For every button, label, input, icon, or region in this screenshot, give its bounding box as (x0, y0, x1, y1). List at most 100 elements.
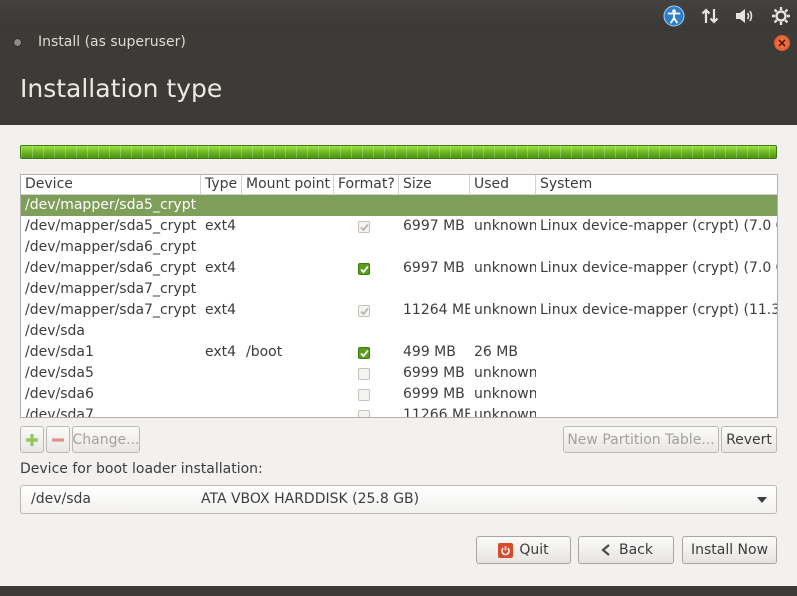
cell-type (205, 279, 242, 300)
column-header-mount-point[interactable]: Mount point (242, 175, 334, 195)
boot-loader-device-description: ATA VBOX HARDDISK (25.8 GB) (201, 491, 420, 507)
page-header: Installation type (0, 55, 797, 125)
cell-used (474, 279, 536, 300)
format-checkbox[interactable] (358, 347, 370, 359)
cell-mount (246, 216, 334, 237)
window-titlebar: Install (as superuser) (0, 31, 797, 55)
boot-loader-device-select[interactable]: /dev/sda ATA VBOX HARDDISK (25.8 GB) (20, 485, 777, 514)
partition-usage-bar (20, 145, 777, 159)
table-row[interactable]: /dev/mapper/sda5_crypt (21, 195, 777, 216)
column-header-type[interactable]: Type (201, 175, 242, 195)
cell-mount: /boot (246, 344, 283, 360)
cell-used: unknown (474, 218, 536, 234)
cell-device: /dev/sda6 (25, 386, 94, 402)
cell-system (540, 384, 777, 405)
cell-size: 6997 MB (403, 260, 465, 276)
checkmark-icon (359, 265, 369, 273)
cell-mount (246, 321, 334, 342)
close-button[interactable] (774, 35, 790, 51)
cell-used (474, 321, 536, 342)
table-body: /dev/mapper/sda5_crypt /dev/mapper/sda5_… (21, 195, 777, 418)
table-row[interactable]: /dev/mapper/sda5_crypt ext4 6997 MB unknown… (21, 216, 777, 237)
cell-mount (246, 384, 334, 405)
close-icon (778, 39, 786, 47)
accessibility-icon[interactable] (663, 5, 685, 27)
install-now-button[interactable]: Install Now (682, 536, 777, 564)
cell-device: /dev/mapper/sda7_crypt (25, 281, 197, 297)
partition-table: Device Type Mount point Format? Size Use… (20, 174, 778, 418)
table-row[interactable]: /dev/sda6 6999 MB unknown (21, 384, 777, 405)
cell-system (540, 321, 777, 342)
cell-type: ext4 (205, 302, 237, 318)
back-label: Back (619, 542, 653, 558)
column-header-device[interactable]: Device (21, 175, 201, 195)
cell-size (403, 237, 470, 258)
network-icon[interactable] (699, 5, 721, 27)
table-row[interactable]: /dev/mapper/sda6_crypt ext4 6997 MB unknown… (21, 258, 777, 279)
settings-gear-icon[interactable] (770, 5, 792, 27)
boot-loader-label: Device for boot loader installation: (20, 461, 263, 477)
cell-type (205, 321, 242, 342)
cell-system: Linux device-mapper (crypt) (7.0 GB) (540, 218, 778, 234)
format-checkbox[interactable] (358, 221, 370, 233)
cell-system (540, 363, 777, 384)
quit-button[interactable]: Quit (476, 536, 571, 564)
minus-icon (52, 437, 64, 442)
table-row[interactable]: /dev/sda1 ext4/boot 499 MB 26 MB (21, 342, 777, 363)
column-header-system[interactable]: System (536, 175, 777, 195)
page-title: Installation type (20, 74, 223, 103)
cell-used: unknown (474, 260, 536, 276)
cell-used: unknown (474, 407, 536, 418)
volume-icon[interactable] (734, 5, 756, 27)
cell-system (540, 195, 777, 216)
cell-used: unknown (474, 365, 536, 381)
revert-button[interactable]: Revert (721, 426, 777, 453)
cell-device: /dev/mapper/sda5_crypt (25, 197, 197, 213)
cell-type (205, 237, 242, 258)
cell-size: 11264 MB (403, 302, 470, 318)
column-header-used[interactable]: Used (470, 175, 536, 195)
cell-mount (246, 237, 334, 258)
cell-system (540, 279, 777, 300)
table-row[interactable]: /dev/sda5 6999 MB unknown (21, 363, 777, 384)
format-checkbox[interactable] (358, 368, 370, 380)
cell-device: /dev/sda (25, 323, 85, 339)
column-header-size[interactable]: Size (399, 175, 470, 195)
cell-used: unknown (474, 302, 536, 318)
window-menu-dot-icon[interactable] (13, 38, 22, 47)
cell-device: /dev/sda7 (25, 407, 94, 418)
table-row[interactable]: /dev/sda7 11266 MB unknown (21, 405, 777, 418)
table-row[interactable]: /dev/mapper/sda6_crypt (21, 237, 777, 258)
top-panel (0, 0, 797, 31)
cell-used: unknown (474, 386, 536, 402)
cell-size: 6999 MB (403, 365, 465, 381)
checkmark-icon (359, 349, 369, 357)
checkmark-icon (359, 307, 369, 315)
cell-device: /dev/sda1 (25, 344, 94, 360)
column-header-format[interactable]: Format? (334, 175, 399, 195)
cell-mount (246, 363, 334, 384)
cell-size (403, 321, 470, 342)
table-row[interactable]: /dev/sda (21, 321, 777, 342)
cell-system: Linux device-mapper (crypt) (7.0 GB) (540, 260, 778, 276)
format-checkbox[interactable] (358, 305, 370, 317)
cell-device: /dev/mapper/sda6_crypt (25, 260, 197, 276)
format-checkbox[interactable] (358, 410, 370, 417)
table-row[interactable]: /dev/mapper/sda7_crypt ext4 11264 MB unknow… (21, 300, 777, 321)
format-checkbox[interactable] (358, 389, 370, 401)
add-partition-button[interactable] (20, 426, 44, 453)
chevron-left-icon (601, 544, 610, 556)
new-partition-table-button[interactable]: New Partition Table... (563, 426, 719, 453)
cell-size (403, 279, 470, 300)
cell-size: 6997 MB (403, 218, 465, 234)
remove-partition-button[interactable] (46, 426, 70, 453)
cell-device: /dev/mapper/sda5_crypt (25, 218, 197, 234)
cell-device: /dev/mapper/sda6_crypt (25, 239, 197, 255)
format-checkbox[interactable] (358, 263, 370, 275)
back-button[interactable]: Back (578, 536, 674, 564)
table-row[interactable]: /dev/mapper/sda7_crypt (21, 279, 777, 300)
cell-used: 26 MB (474, 344, 518, 360)
dropdown-arrow-icon (757, 497, 767, 503)
boot-loader-device: /dev/sda (31, 491, 91, 507)
change-partition-button[interactable]: Change... (72, 426, 140, 453)
